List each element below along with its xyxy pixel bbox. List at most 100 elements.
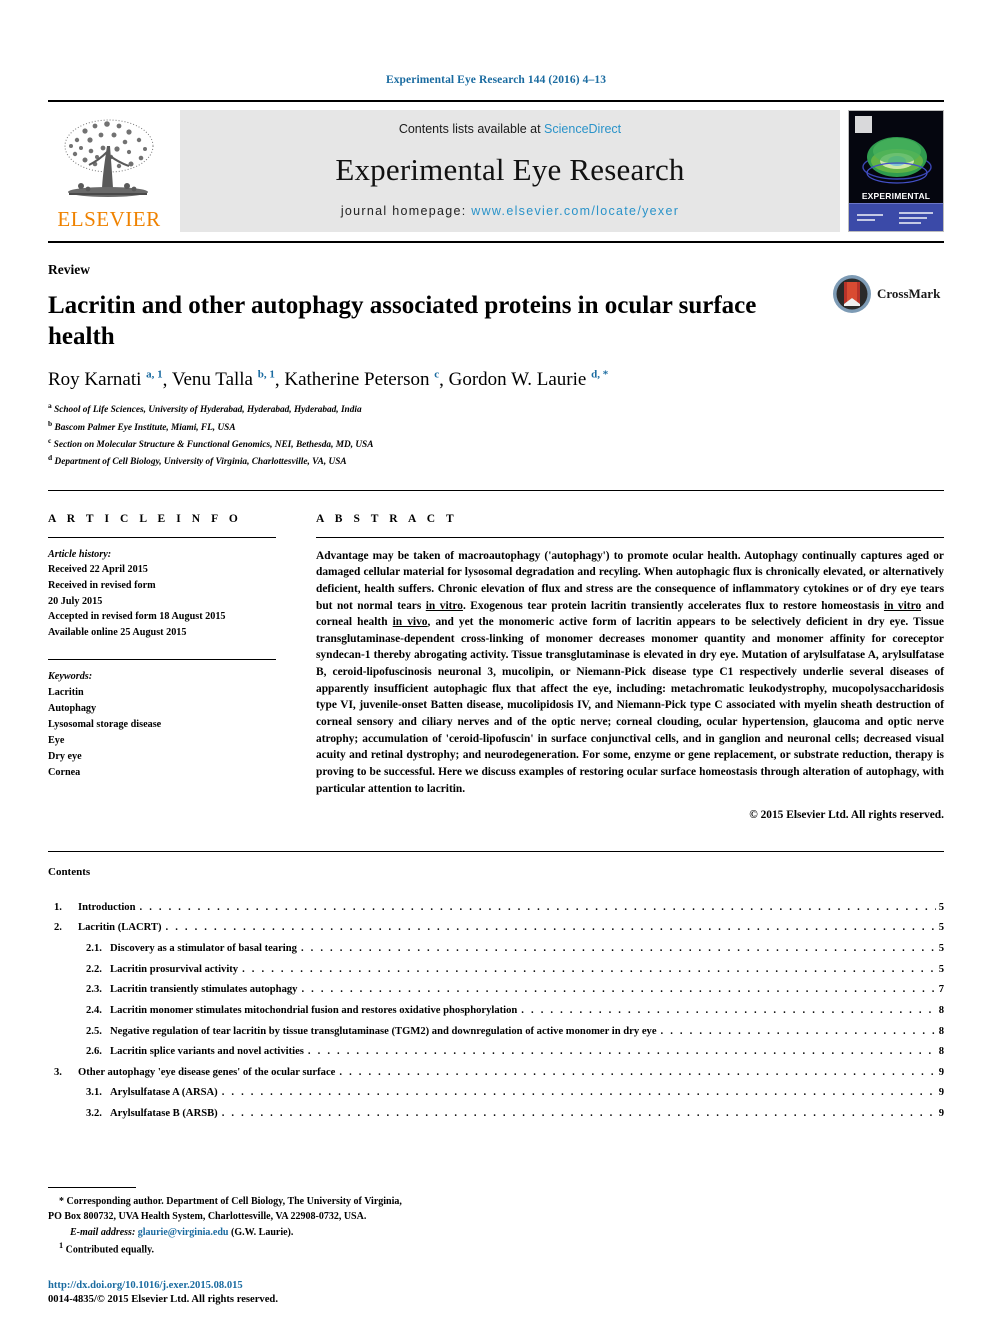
toc-number: 2.6.: [86, 1046, 102, 1058]
author-affil-marker[interactable]: b, 1: [258, 369, 275, 381]
toc-leader-dots: . . . . . . . . . . . . . . . . . . . . …: [300, 942, 936, 954]
contents-top-rule: [48, 850, 944, 852]
keywords-block: Keywords: Lacritin Autophagy Lysosomal s…: [48, 669, 276, 782]
toc-label[interactable]: Lacritin splice variants and novel activ…: [110, 1042, 308, 1063]
toc-page-number: 8: [938, 1046, 944, 1058]
journal-banner: ELSEVIER Contents lists available at Sci…: [48, 100, 944, 243]
article-info-rule: [48, 536, 276, 538]
page-title: Lacritin and other autophagy associated …: [48, 292, 757, 350]
author-name: Roy Karnati: [48, 369, 142, 391]
toc-page-number: 7: [938, 984, 944, 996]
info-abstract-row: A R T I C L E I N F O Article history: R…: [48, 513, 944, 821]
journal-title: Experimental Eye Research: [335, 152, 685, 187]
toc-label[interactable]: Negative regulation of tear lacritin by …: [110, 1022, 661, 1043]
abstract-heading: A B S T R A C T: [316, 512, 458, 525]
corresponding-author-note: * Corresponding author. Department of Ce…: [48, 1194, 518, 1209]
toc-number: 2.1.: [86, 942, 102, 954]
toc-row[interactable]: 1. Introduction . . . . . . . . . . . . …: [48, 898, 944, 919]
contents-heading: Contents: [48, 865, 91, 878]
author-separator: ,: [162, 369, 172, 391]
keyword-item: Cornea: [48, 767, 81, 779]
elsevier-tree-icon: [64, 119, 154, 197]
toc-row[interactable]: 2.5. Negative regulation of tear lacriti…: [48, 1022, 944, 1043]
author-item: Katherine Peterson c: [284, 369, 439, 390]
crossmark-label: CrossMark: [877, 286, 941, 301]
abstract-italic-3: in vivo: [392, 616, 428, 629]
affiliation-text: School of Life Sciences, University of H…: [54, 405, 362, 416]
article-category: Review: [48, 262, 90, 277]
toc-number: 3.: [54, 1066, 62, 1078]
banner-center: Contents lists available at ScienceDirec…: [180, 110, 840, 232]
toc-leader-dots: . . . . . . . . . . . . . . . . . . . . …: [221, 1087, 936, 1099]
cover-publisher-badge: [855, 116, 872, 133]
footnote-rule: [48, 1186, 136, 1188]
affiliation-item: c Section on Molecular Structure & Funct…: [48, 435, 944, 452]
author-list: Roy Karnati a, 1, Venu Talla b, 1, Kathe…: [48, 369, 944, 391]
author-item: Roy Karnati a, 1: [48, 369, 163, 390]
author-affil-marker[interactable]: a, 1: [146, 369, 163, 381]
toc-label[interactable]: Lacritin prosurvival activity: [110, 960, 242, 981]
toc-row[interactable]: 2.4. Lacritin monomer stimulates mitocho…: [48, 1001, 944, 1022]
contribution-marker: 1: [59, 1240, 64, 1250]
abstract-rule: [316, 536, 944, 538]
abstract-part-4: , and yet the monomeric active form of l…: [316, 616, 944, 795]
affiliation-item: a School of Life Sciences, University of…: [48, 400, 944, 417]
toc-row[interactable]: 3.2. Arylsulfatase B (ARSB) . . . . . . …: [48, 1104, 944, 1125]
author-name: Gordon W. Laurie: [448, 369, 587, 391]
toc-number: 3.1.: [86, 1087, 102, 1099]
journal-cover-thumbnail: EXPERIMENTAL EYE RESEARCH: [848, 110, 944, 232]
affiliation-list: a School of Life Sciences, University of…: [48, 400, 944, 469]
running-head: Experimental Eye Research 144 (2016) 4–1…: [385, 74, 607, 86]
keyword-item: Lysosomal storage disease: [48, 719, 162, 731]
sciencedirect-link[interactable]: ScienceDirect: [544, 122, 621, 136]
toc-label[interactable]: Arylsulfatase B (ARSB): [110, 1104, 222, 1125]
toc-row[interactable]: 2.6. Lacritin splice variants and novel …: [48, 1042, 944, 1063]
doi-link[interactable]: http://dx.doi.org/10.1016/j.exer.2015.08…: [48, 1280, 944, 1291]
toc-label[interactable]: Lacritin monomer stimulates mitochondria…: [110, 1001, 521, 1022]
author-separator: ,: [439, 369, 449, 391]
toc-label[interactable]: Lacritin transiently stimulates autophag…: [110, 980, 301, 1001]
author-name: Katherine Peterson: [284, 369, 430, 391]
toc-label[interactable]: Arylsulfatase A (ARSA): [110, 1083, 222, 1104]
toc-page-number: 5: [938, 901, 944, 913]
corresponding-marker: *: [59, 1195, 64, 1207]
contents-available-line: Contents lists available at ScienceDirec…: [399, 122, 621, 136]
email-link[interactable]: glaurie@virginia.edu: [138, 1227, 229, 1238]
toc-number: 2.3.: [86, 984, 102, 996]
abstract-text: Advantage may be taken of macroautophagy…: [316, 548, 944, 798]
email-note: E-mail address: glaurie@virginia.edu (G.…: [48, 1225, 518, 1240]
toc-label[interactable]: Discovery as a stimulator of basal teari…: [110, 939, 301, 960]
toc-row[interactable]: 2. Lacritin (LACRT) . . . . . . . . . . …: [48, 918, 944, 939]
toc-row[interactable]: 3. Other autophagy 'eye disease genes' o…: [48, 1063, 944, 1084]
contribution-text: Contributed equally.: [65, 1244, 155, 1256]
toc-row[interactable]: 2.2. Lacritin prosurvival activity . . .…: [48, 960, 944, 981]
toc-leader-dots: . . . . . . . . . . . . . . . . . . . . …: [139, 901, 936, 913]
toc-page-number: 5: [938, 963, 944, 975]
toc-row[interactable]: 2.3. Lacritin transiently stimulates aut…: [48, 980, 944, 1001]
history-item: Received in revised form: [48, 579, 156, 591]
toc-leader-dots: . . . . . . . . . . . . . . . . . . . . …: [521, 1004, 935, 1016]
corresponding-line-2: PO Box 800732, UVA Health System, Charlo…: [48, 1211, 367, 1223]
article-first-page: Experimental Eye Research 144 (2016) 4–1…: [0, 0, 992, 1323]
toc-label[interactable]: Introduction: [78, 898, 140, 919]
history-item: Received 22 April 2015: [48, 564, 148, 576]
author-affil-marker[interactable]: d, *: [591, 369, 608, 381]
toc-label[interactable]: Other autophagy 'eye disease genes' of t…: [78, 1063, 339, 1084]
toc-leader-dots: . . . . . . . . . . . . . . . . . . . . …: [660, 1025, 936, 1037]
toc-label[interactable]: Lacritin (LACRT): [78, 918, 166, 939]
crossmark-badge[interactable]: CrossMark: [832, 268, 944, 320]
abstract-italic-1: in vitro: [425, 599, 463, 612]
keyword-item: Eye: [48, 735, 65, 747]
toc-page-number: 5: [938, 942, 944, 954]
affiliation-text: Section on Molecular Structure & Functio…: [53, 440, 374, 451]
toc-leader-dots: . . . . . . . . . . . . . . . . . . . . …: [242, 963, 936, 975]
abstract-italic-2: in vitro: [883, 599, 922, 612]
cover-eye-graphic: [862, 137, 932, 184]
affiliation-text: Department of Cell Biology, University o…: [54, 457, 347, 468]
toc-row[interactable]: 3.1. Arylsulfatase A (ARSA) . . . . . . …: [48, 1083, 944, 1104]
toc-page-number: 8: [938, 1025, 944, 1037]
toc-row[interactable]: 2.1. Discovery as a stimulator of basal …: [48, 939, 944, 960]
article-history-label: Article history:: [48, 548, 112, 560]
toc-page-number: 5: [938, 922, 944, 934]
homepage-link[interactable]: www.elsevier.com/locate/yexer: [471, 204, 679, 218]
